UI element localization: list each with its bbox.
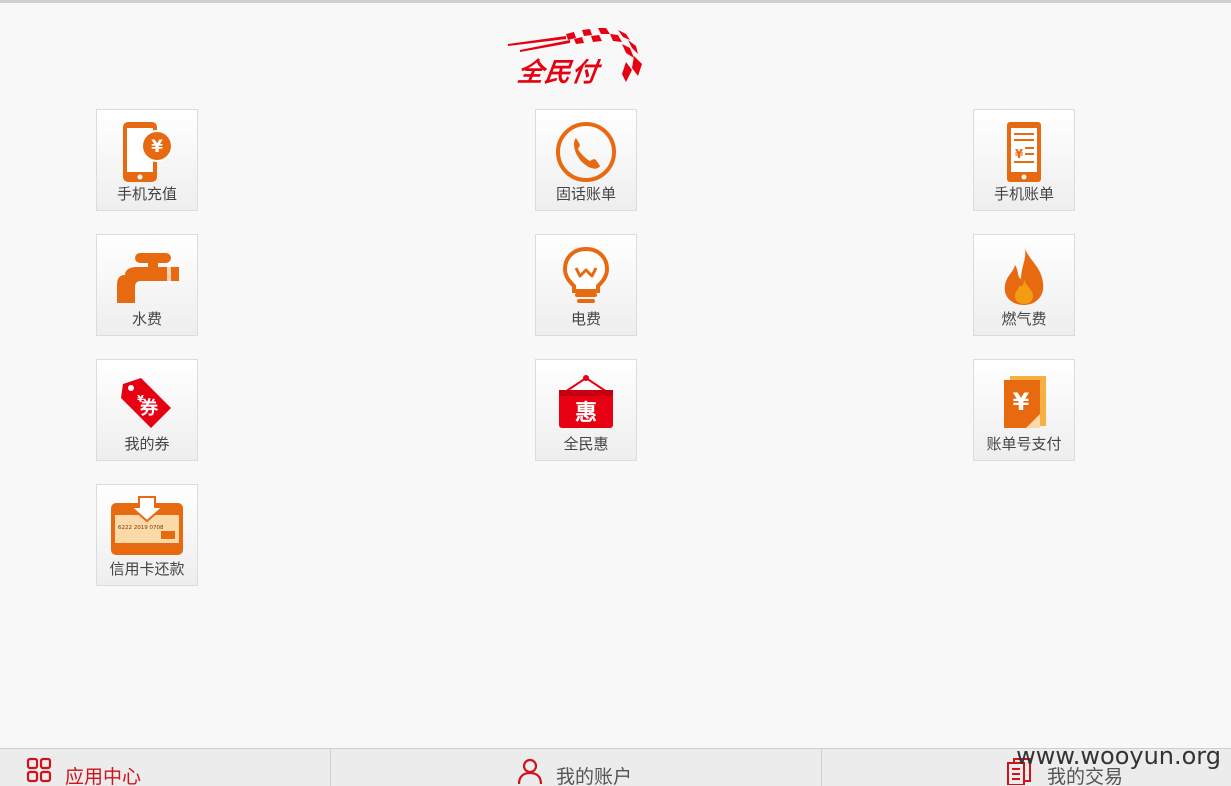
logo-text: 全民付	[515, 58, 601, 88]
light-bulb-icon	[562, 246, 610, 303]
svg-text:券: 券	[139, 397, 159, 419]
tile-mobile-bill[interactable]: ¥ 手机账单	[973, 109, 1075, 211]
coupon-tag-icon: ¥ 券	[121, 378, 171, 428]
tile-gas-fee[interactable]: 燃气费	[973, 234, 1075, 336]
svg-text:¥: ¥	[151, 137, 163, 157]
mobile-bill-icon: ¥	[1007, 122, 1041, 182]
tile-label: 固话账单	[555, 185, 616, 203]
tile-phone-recharge[interactable]: ¥ 手机充值	[96, 109, 198, 211]
quanminfu-logo: 全民付	[506, 26, 648, 88]
tile-water-fee[interactable]: 水费	[96, 234, 198, 336]
water-faucet-icon	[117, 253, 179, 303]
grid-icon	[26, 757, 52, 783]
tile-label: 电费	[570, 310, 601, 328]
bill-number-icon: ¥	[1004, 376, 1046, 428]
top-border	[0, 0, 1231, 3]
tile-label: 全民惠	[563, 435, 609, 453]
tile-landline-bill[interactable]: 固话账单	[535, 109, 637, 211]
tile-label: 水费	[131, 310, 162, 328]
card-number: 6222 2019 0708	[118, 525, 164, 531]
tile-credit-card-repay[interactable]: 6222 2019 0708 信用卡还款	[96, 484, 198, 586]
phone-recharge-icon: ¥	[123, 122, 173, 182]
gas-flame-icon	[1004, 247, 1044, 305]
svg-text:¥: ¥	[1013, 388, 1030, 416]
tile-bill-number-pay[interactable]: ¥ 账单号支付	[973, 359, 1075, 461]
tile-quanminhui[interactable]: 惠 全民惠	[535, 359, 637, 461]
credit-card-icon: 6222 2019 0708	[111, 496, 183, 555]
tile-label: 手机账单	[993, 185, 1054, 203]
tile-label: 我的券	[124, 435, 170, 453]
tile-label: 信用卡还款	[109, 560, 185, 578]
watermark: www.wooyun.org	[1016, 742, 1221, 770]
svg-text:¥: ¥	[1015, 147, 1024, 161]
tile-label: 账单号支付	[986, 435, 1062, 453]
user-icon	[517, 758, 543, 785]
hanging-sign-icon: 惠	[559, 375, 613, 428]
tile-label: 手机充值	[116, 185, 177, 203]
nav-label: 应用中心	[65, 766, 142, 786]
nav-label: 我的账户	[556, 766, 633, 786]
tile-label: 燃气费	[1001, 310, 1047, 328]
landline-bill-icon	[556, 122, 616, 182]
svg-text:惠: 惠	[575, 401, 597, 426]
nav-app-center[interactable]: 应用中心	[0, 749, 330, 786]
tile-electricity-fee[interactable]: 电费	[535, 234, 637, 336]
tile-my-coupons[interactable]: ¥ 券 我的券	[96, 359, 198, 461]
nav-my-account[interactable]: 我的账户	[331, 749, 821, 786]
